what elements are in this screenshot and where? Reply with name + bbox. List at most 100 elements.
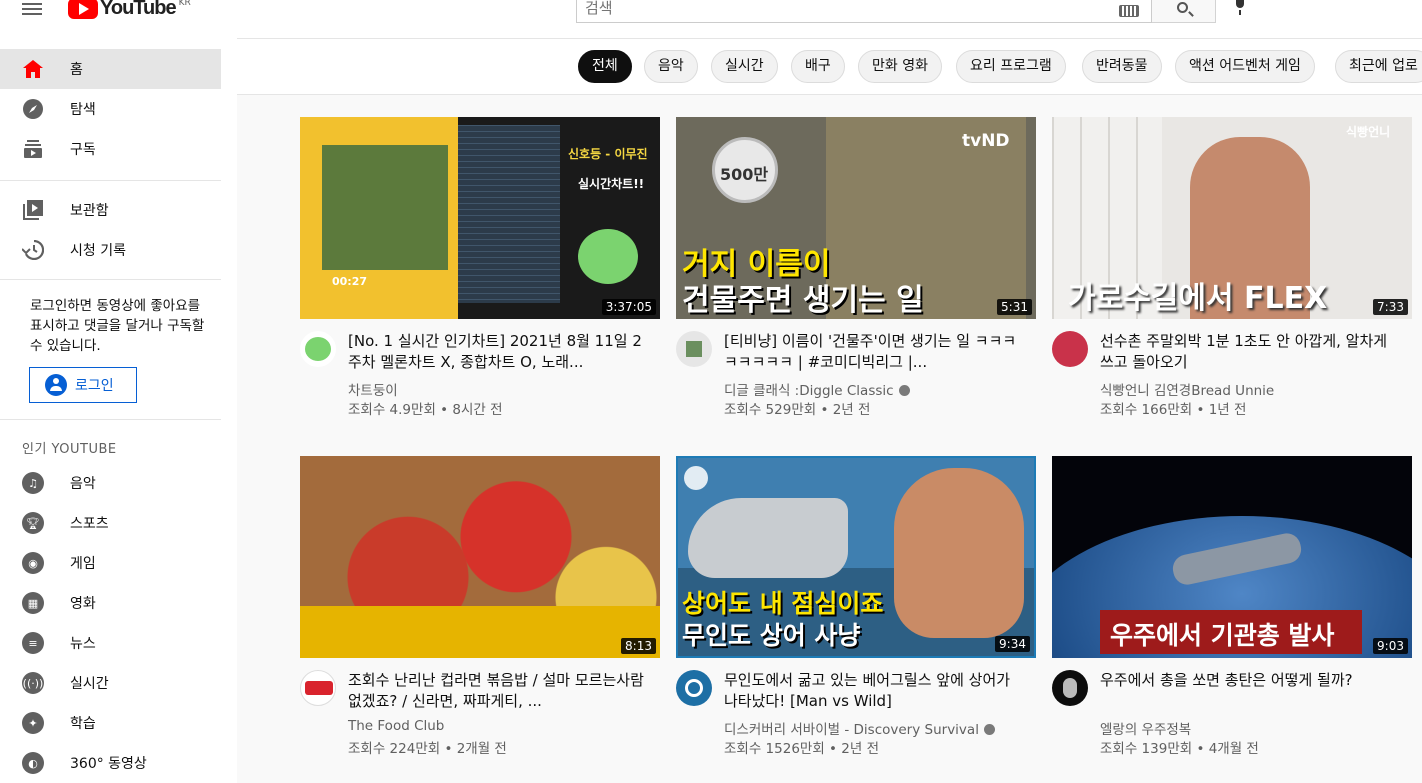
divider [0,180,221,181]
person-face [894,468,1024,638]
music-icon: ♫ [22,472,44,494]
vr-icon: ◐ [22,752,44,774]
chip-animation[interactable]: 만화 영화 [858,50,942,83]
sidebar-item-subscriptions[interactable]: 구독 [0,129,221,169]
video-thumbnail[interactable]: 500만 tvND 거지 이름이 건물주면 생기는 일 5:31 [676,117,1036,319]
channel-name[interactable]: 디스커버리 서바이벌 - Discovery Survival [724,718,995,738]
channel-name-text: 디글 클래식 :Diggle Classic [724,383,894,399]
thumbnail-text: 식빵언니 [1346,125,1391,139]
video-duration: 5:31 [997,299,1032,315]
filter-chips-bar: 전체 음악 실시간 배구 만화 영화 요리 프로그램 반려동물 액션 어드벤처 … [237,38,1422,95]
compass-icon [22,98,44,120]
keyboard-icon[interactable] [1119,5,1139,17]
sidebar-item-learning[interactable]: ✦ 학습 [0,703,221,743]
sidebar-item-library[interactable]: 보관함 [0,190,221,230]
video-thumbnail[interactable]: 상어도 내 점심이죠 무인도 상어 사냥 9:34 [676,456,1036,658]
sidebar-item-news[interactable]: ≡ 뉴스 [0,623,221,663]
verified-badge-icon [898,385,910,396]
sidebar-item-label: 실시간 [70,676,109,692]
library-icon [22,199,44,221]
channel-name[interactable]: 디글 클래식 :Diggle Classic [724,379,910,399]
chip-recently-uploaded[interactable]: 최근에 업로 [1335,50,1422,83]
video-thumbnail[interactable]: 식빵언니 가로수길에서 FLEX 7:33 [1052,117,1412,319]
chip-music[interactable]: 음악 [644,50,698,83]
search-icon [1177,2,1188,13]
channel-name[interactable]: 차트둥이 [348,379,398,399]
channel-avatar[interactable] [1052,670,1088,706]
chip-volleyball[interactable]: 배구 [791,50,845,83]
sidebar-item-label: 보관함 [70,203,109,219]
shark [688,498,848,578]
gamepad-icon: ◉ [22,552,44,574]
video-duration: 8:13 [621,638,656,654]
youtube-play-icon [68,0,98,19]
thumbnail-text: 가로수길에서 FLEX [1068,281,1328,316]
video-title[interactable]: 무인도에서 굶고 있는 베어그릴스 앞에 상어가 나타났다! [Man vs W… [724,670,1024,712]
channel-avatar[interactable] [300,670,336,706]
verified-badge-icon [983,724,995,735]
chip-live[interactable]: 실시간 [711,50,778,83]
search-input[interactable] [577,0,1077,21]
channel-name-text: 식빵언니 김연경Bread Unnie [1100,383,1275,399]
youtube-logo[interactable]: YouTube KR [68,0,191,20]
chip-all[interactable]: 전체 [578,50,632,83]
thumbnail-text: 00:27 [332,275,368,288]
sidebar-item-360-video[interactable]: ◐ 360° 동영상 [0,743,221,783]
microphone-icon[interactable] [1233,0,1247,18]
divider [0,419,221,420]
video-title[interactable]: 조회수 난리난 컵라면 볶음밥 / 설마 모르는사람 없겠죠? / 신라면, 짜… [348,670,648,712]
mascot [578,229,638,284]
video-duration: 9:34 [995,636,1030,652]
video-meta: 조회수 224만회 • 2개월 전 [348,741,507,757]
chip-pets[interactable]: 반려동물 [1082,50,1162,83]
video-title[interactable]: 우주에서 총을 쏘면 총탄은 어떻게 될까? [1100,670,1400,691]
video-meta: 조회수 1526만회 • 2년 전 [724,741,880,757]
channel-avatar[interactable] [1052,331,1088,367]
channel-name[interactable]: 엘랑의 우주정복 [1100,718,1191,738]
player-window [458,125,560,303]
video-thumbnail[interactable]: 8:13 [300,456,660,658]
video-title[interactable]: [티비냥] 이름이 '건물주'이면 생기는 일 ㅋㅋㅋㅋㅋㅋㅋㅋ | #코미디빅… [724,331,1024,373]
video-title[interactable]: [No. 1 실시간 인기차트] 2021년 8월 11일 2주차 멜론차트 X… [348,331,648,373]
sidebar-item-live[interactable]: ((·)) 실시간 [0,663,221,703]
video-meta: 조회수 4.9만회 • 8시간 전 [348,402,503,418]
yellow-plates [300,606,660,658]
search-box [576,0,1152,23]
chip-action-adventure-games[interactable]: 액션 어드벤처 게임 [1175,50,1315,83]
chip-cooking[interactable]: 요리 프로그램 [956,50,1066,83]
video-title[interactable]: 선수촌 주말외박 1분 1초도 안 아깝게, 알차게 쓰고 돌아오기 [1100,331,1400,373]
channel-avatar[interactable] [300,331,336,367]
sidebar-item-label: 구독 [70,142,96,158]
discovery-logo-icon [684,466,708,490]
thumbnail-text: tvND [962,131,1010,151]
login-button[interactable]: 로그인 [29,367,137,403]
sidebar-item-history[interactable]: 시청 기록 [0,230,221,270]
top-bar: YouTube KR [0,0,1422,38]
thumbnail-text: 우주에서 기관총 발사 [1110,621,1335,650]
sidebar-item-music[interactable]: ♫ 음악 [0,463,221,503]
sidebar-item-label: 영화 [70,596,96,612]
sidebar-item-sports[interactable]: 🏆︎ 스포츠 [0,503,221,543]
sidebar-item-gaming[interactable]: ◉ 게임 [0,543,221,583]
history-icon [22,239,44,261]
sidebar-item-home[interactable]: 홈 [0,49,221,89]
sidebar: 홈 탐색 구독 보관함 시청 기록 로그인하면 동영상에 좋아요를 표시하고 댓… [0,38,237,783]
channel-avatar[interactable] [676,331,712,367]
sidebar-item-explore[interactable]: 탐색 [0,89,221,129]
thumbnail-text: 건물주면 생기는 일 [682,283,924,318]
video-duration: 3:37:05 [601,299,656,315]
sidebar-item-movies[interactable]: ▦ 영화 [0,583,221,623]
video-thumbnail[interactable]: 신호등 - 이무진 실시간차트!! 00:27 3:37:05 [300,117,660,319]
sidebar-item-label: 학습 [70,716,96,732]
thumbnail-text: 신호등 - 이무진 [568,147,648,161]
thumbnail-text: 상어도 내 점심이죠 [682,589,884,618]
channel-name[interactable]: The Food Club [348,718,444,734]
video-meta: 조회수 166만회 • 1년 전 [1100,402,1247,418]
channel-name[interactable]: 식빵언니 김연경Bread Unnie [1100,379,1274,399]
video-duration: 7:33 [1373,299,1408,315]
channel-avatar[interactable] [676,670,712,706]
hamburger-menu-icon[interactable] [22,0,44,20]
video-thumbnail[interactable]: 우주에서 기관총 발사 9:03 [1052,456,1412,658]
channel-name-text: 엘랑의 우주정복 [1100,722,1192,738]
search-button[interactable] [1152,0,1216,23]
